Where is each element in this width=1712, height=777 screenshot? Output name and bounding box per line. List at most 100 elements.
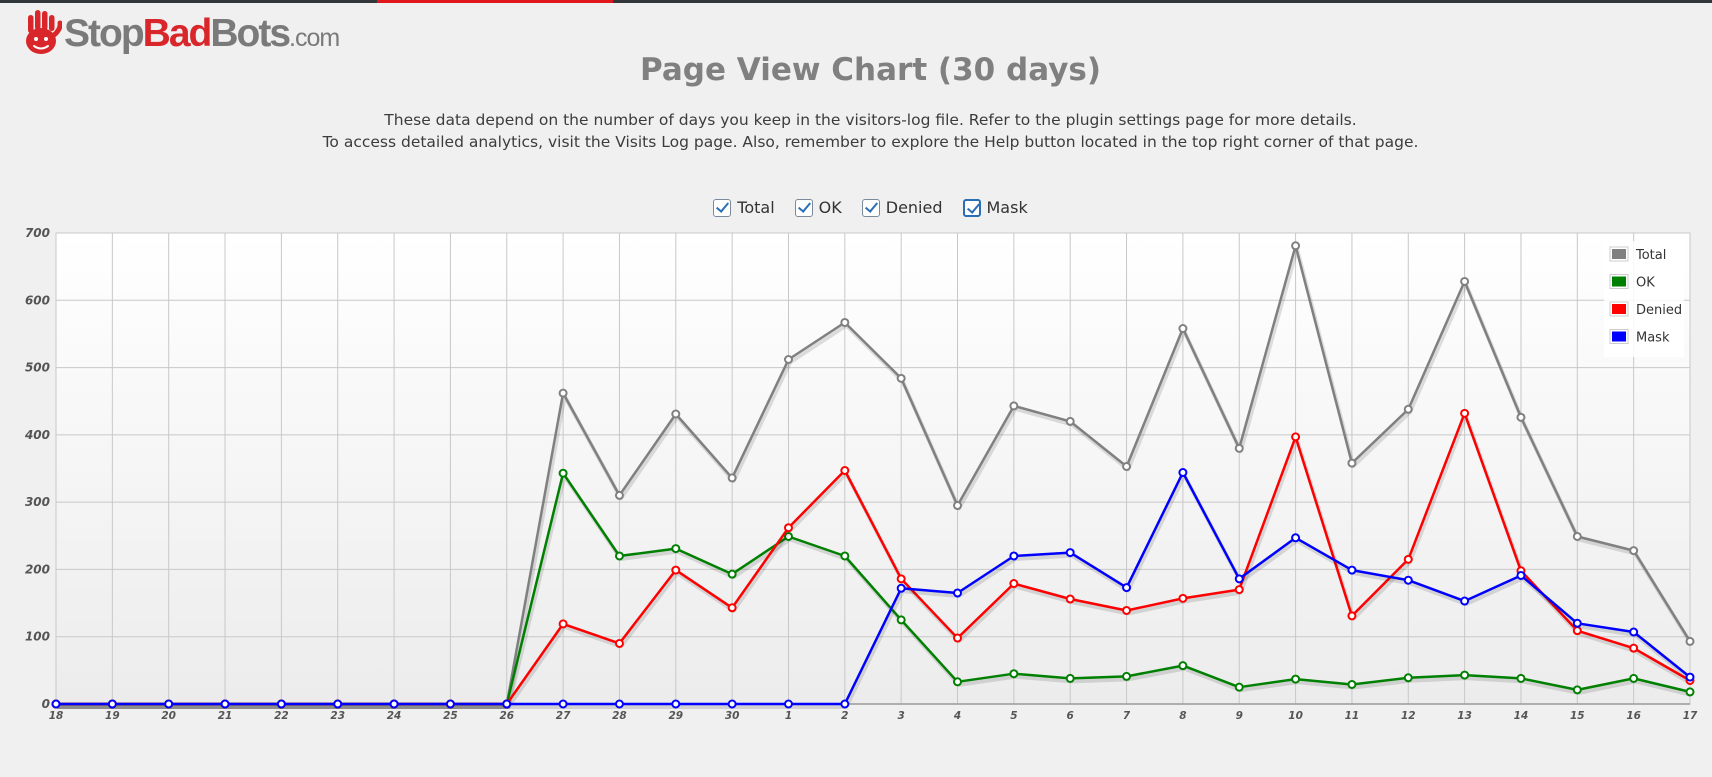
data-point-denied bbox=[783, 523, 793, 533]
data-point-total bbox=[1122, 461, 1132, 471]
data-point-mask bbox=[1460, 596, 1470, 606]
x-tick-label: 1 bbox=[785, 710, 792, 722]
data-point-denied bbox=[1291, 432, 1301, 442]
data-point-ok bbox=[1629, 673, 1639, 683]
logo-part-bots: Bots bbox=[210, 11, 291, 55]
data-point-denied bbox=[1122, 605, 1132, 615]
data-point-mask bbox=[1516, 570, 1526, 580]
description-line-1: These data depend on the number of days … bbox=[384, 111, 1357, 129]
toggle-mask[interactable]: Mask bbox=[962, 198, 1028, 217]
data-point-total bbox=[558, 388, 568, 398]
data-point-mask bbox=[1178, 468, 1188, 478]
x-tick-label: 19 bbox=[105, 710, 120, 722]
data-point-ok bbox=[840, 551, 850, 561]
logo-part-bad: Bad bbox=[142, 11, 213, 55]
logo-part-stop: Stop bbox=[64, 11, 145, 55]
legend-swatch-total bbox=[1612, 249, 1626, 259]
data-point-total bbox=[896, 373, 906, 383]
x-tick-label: 4 bbox=[953, 710, 961, 722]
x-tick-label: 24 bbox=[387, 710, 402, 722]
checkbox-total-icon[interactable] bbox=[713, 198, 732, 217]
data-point-ok bbox=[1685, 687, 1695, 697]
x-tick-label: 23 bbox=[330, 710, 345, 722]
data-point-ok bbox=[1122, 671, 1132, 681]
data-point-mask bbox=[502, 699, 512, 709]
data-point-ok bbox=[1178, 661, 1188, 671]
data-point-total bbox=[1234, 443, 1244, 453]
toggle-denied-label: Denied bbox=[885, 198, 943, 217]
data-point-mask bbox=[953, 588, 963, 598]
x-tick-label: 15 bbox=[1570, 710, 1585, 722]
data-point-ok bbox=[1234, 682, 1244, 692]
top-bar bbox=[0, 0, 1712, 3]
data-point-denied bbox=[1009, 579, 1019, 589]
data-point-total bbox=[1460, 276, 1470, 286]
data-point-mask bbox=[107, 699, 117, 709]
data-point-denied bbox=[671, 565, 681, 575]
toggle-total-label: Total bbox=[737, 198, 775, 217]
data-point-mask bbox=[445, 699, 455, 709]
checkbox-denied-icon[interactable] bbox=[861, 198, 880, 217]
hand-logo-icon bbox=[26, 10, 62, 54]
x-tick-label: 9 bbox=[1236, 710, 1243, 722]
description-line-2: To access detailed analytics, visit the … bbox=[322, 133, 1419, 151]
data-point-mask bbox=[1572, 618, 1582, 628]
data-point-total bbox=[1685, 636, 1695, 646]
y-tick-label: 400 bbox=[24, 428, 50, 442]
series-toggle-bar: Total OK Denied Mask bbox=[0, 198, 1712, 217]
toggle-ok[interactable]: OK bbox=[794, 198, 842, 217]
data-point-ok bbox=[1009, 669, 1019, 679]
data-point-denied bbox=[1347, 611, 1357, 621]
data-point-mask bbox=[333, 699, 343, 709]
data-point-mask bbox=[783, 699, 793, 709]
data-point-mask bbox=[1065, 548, 1075, 558]
data-point-denied bbox=[896, 574, 906, 584]
data-point-denied bbox=[1629, 643, 1639, 653]
data-point-denied bbox=[614, 638, 624, 648]
legend-label-denied: Denied bbox=[1636, 303, 1682, 318]
checkbox-mask-icon[interactable] bbox=[962, 198, 981, 217]
data-point-total bbox=[1291, 241, 1301, 251]
site-logo[interactable]: StopBadBots.com bbox=[24, 9, 340, 57]
data-point-ok bbox=[1516, 673, 1526, 683]
x-tick-label: 17 bbox=[1683, 710, 1698, 722]
data-point-denied bbox=[840, 466, 850, 476]
data-point-total bbox=[671, 409, 681, 419]
x-tick-label: 18 bbox=[49, 710, 64, 722]
data-point-mask bbox=[1347, 565, 1357, 575]
x-tick-label: 5 bbox=[1010, 710, 1017, 722]
x-tick-label: 16 bbox=[1626, 710, 1641, 722]
x-tick-label: 25 bbox=[443, 710, 458, 722]
y-tick-label: 100 bbox=[25, 630, 50, 644]
x-tick-label: 20 bbox=[161, 710, 176, 722]
data-point-mask bbox=[558, 699, 568, 709]
x-tick-label: 29 bbox=[668, 710, 683, 722]
data-point-mask bbox=[840, 699, 850, 709]
data-point-total bbox=[614, 490, 624, 500]
data-point-total bbox=[840, 317, 850, 327]
legend-label-total: Total bbox=[1635, 248, 1666, 263]
toggle-denied[interactable]: Denied bbox=[861, 198, 943, 217]
data-point-denied bbox=[953, 633, 963, 643]
data-point-denied bbox=[1460, 408, 1470, 418]
x-tick-label: 12 bbox=[1401, 710, 1416, 722]
toggle-total[interactable]: Total bbox=[713, 198, 775, 217]
data-point-ok bbox=[558, 468, 568, 478]
data-point-denied bbox=[727, 603, 737, 613]
x-tick-label: 2 bbox=[841, 710, 848, 722]
y-tick-label: 200 bbox=[25, 562, 50, 576]
checkbox-ok-icon[interactable] bbox=[794, 198, 813, 217]
data-point-mask bbox=[1234, 574, 1244, 584]
data-point-mask bbox=[164, 699, 174, 709]
legend-label-mask: Mask bbox=[1636, 331, 1670, 346]
data-point-total bbox=[783, 354, 793, 364]
x-tick-label: 8 bbox=[1179, 710, 1186, 722]
x-tick-label: 14 bbox=[1514, 710, 1529, 722]
data-point-ok bbox=[896, 615, 906, 625]
data-point-ok bbox=[614, 551, 624, 561]
data-point-total bbox=[953, 501, 963, 511]
legend-label-ok: OK bbox=[1636, 276, 1655, 291]
y-tick-label: 0 bbox=[42, 697, 50, 711]
data-point-total bbox=[1009, 401, 1019, 411]
data-point-denied bbox=[558, 619, 568, 629]
